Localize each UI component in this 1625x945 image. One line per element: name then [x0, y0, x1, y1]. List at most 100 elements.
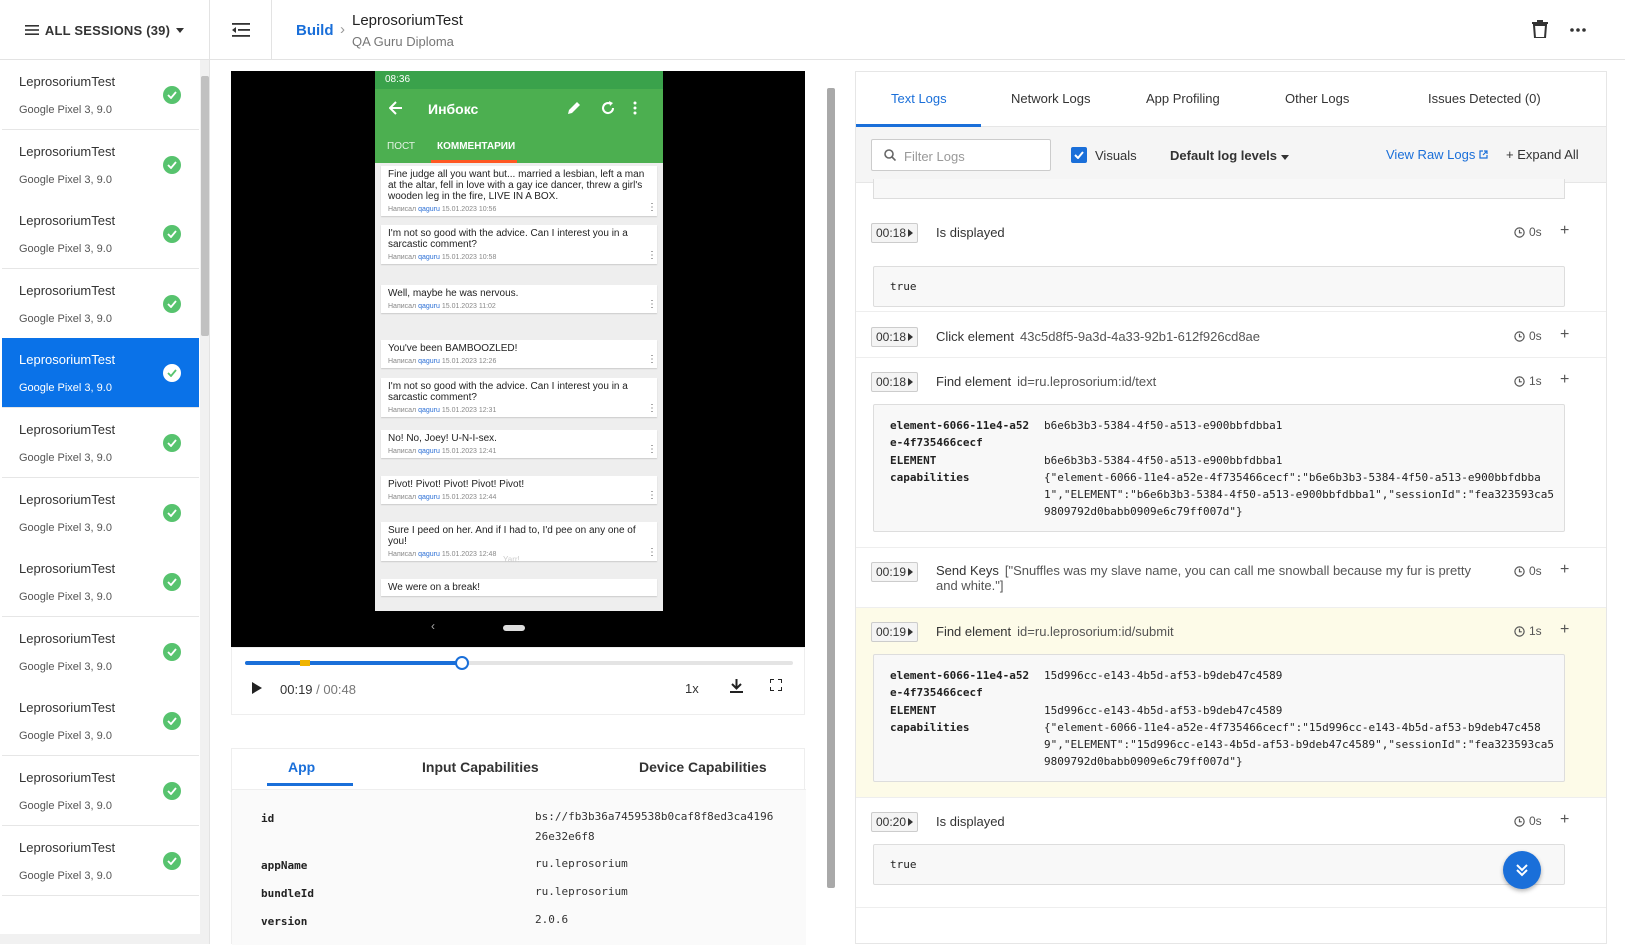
visuals-checkbox[interactable] [1071, 147, 1087, 163]
log-entry[interactable]: 00:18 Is displayed 0s + true [856, 209, 1606, 312]
filter-logs-input[interactable]: Filter Logs [871, 139, 1051, 171]
expand-entry-button[interactable]: + [1560, 561, 1569, 579]
log-entry[interactable]: 00:18 Find element id=ru.leprosorium:id/t… [856, 358, 1606, 548]
project-name: QA Guru Diploma [352, 34, 454, 49]
log-output: true [873, 266, 1565, 307]
session-name: LeprosoriumTest [19, 839, 116, 855]
session-item[interactable]: LeprosoriumTest Google Pixel 3, 9.0 [2, 268, 199, 339]
session-item[interactable]: LeprosoriumTest Google Pixel 3, 9.0 [2, 199, 199, 270]
tab-input-capabilities[interactable]: Input Capabilities [422, 759, 539, 775]
tab-network-logs[interactable]: Network Logs [1011, 91, 1090, 106]
more-options-button[interactable] [1570, 20, 1586, 41]
delete-button[interactable] [1532, 20, 1548, 41]
session-name: LeprosoriumTest [19, 213, 116, 229]
log-action-name: Is displayed [936, 225, 1005, 240]
log-entry[interactable]: 00:18 Click element 43c5d8f5-9a3d-4a33-92… [856, 313, 1606, 358]
all-sessions-dropdown[interactable]: ALL SESSIONS (39) [0, 0, 210, 60]
log-entry[interactable]: 00:19 Send Keys ["Snuffles was my slave n… [856, 548, 1606, 608]
menu-icon [24, 25, 39, 35]
log-timestamp-button[interactable]: 00:19 [871, 562, 918, 582]
app-title: Инбокс [428, 101, 479, 117]
log-output: element-6066-11e4-a52e-4f735466cecf 15d9… [873, 654, 1565, 782]
log-timestamp-button[interactable]: 00:20 [871, 812, 918, 832]
collapse-menu-icon [231, 23, 250, 37]
video-controls: 00:19 / 00:48 1x [231, 647, 805, 715]
comment-meta: Написал qaguru 15.01.2023 12:31 [388, 407, 650, 414]
session-item[interactable]: LeprosoriumTest Google Pixel 3, 9.0 [2, 60, 199, 130]
tab-issues-detected[interactable]: Issues Detected (0) [1428, 91, 1541, 106]
log-detail: id=ru.leprosorium:id/text [1017, 374, 1157, 389]
video-player[interactable]: 08:36 Инбокс ПОСТ КОММЕНТАРИИ Fine judge… [231, 71, 805, 647]
log-action: Find element id=ru.leprosorium:id/text [936, 374, 1156, 389]
video-seek-bar[interactable] [245, 656, 793, 670]
tab-indicator [267, 783, 353, 786]
log-duration-value: 0s [1529, 329, 1542, 343]
log-value: 15d996cc-e143-4b5d-af53-b9deb47c4589 [1044, 704, 1283, 717]
tab-other-logs[interactable]: Other Logs [1285, 91, 1349, 106]
session-item[interactable]: LeprosoriumTest Google Pixel 3, 9.0 [2, 616, 199, 687]
expand-entry-button[interactable]: + [1560, 222, 1569, 240]
all-sessions-label: ALL SESSIONS (39) [44, 22, 171, 38]
expand-entry-button[interactable]: + [1560, 811, 1569, 829]
expand-entry-button[interactable]: + [1560, 326, 1569, 344]
log-timestamp-button[interactable]: 00:19 [871, 622, 918, 642]
session-device: Google Pixel 3, 9.0 [19, 660, 112, 673]
log-action: Find element id=ru.leprosorium:id/submit [936, 624, 1174, 639]
log-timestamp-button[interactable]: 00:18 [871, 372, 918, 392]
session-name: LeprosoriumTest [19, 770, 116, 785]
expand-entry-button[interactable]: + [1560, 621, 1569, 639]
fullscreen-button[interactable] [769, 678, 783, 694]
sidebar-horizontal-scrollbar[interactable] [0, 934, 200, 944]
log-action-name: Is displayed [936, 814, 1005, 829]
session-item[interactable]: LeprosoriumTest Google Pixel 3, 9.0 [2, 338, 199, 409]
log-timestamp-button[interactable]: 00:18 [871, 327, 918, 347]
log-result: true [890, 858, 917, 871]
tab-app-profiling[interactable]: App Profiling [1146, 91, 1220, 106]
view-raw-logs-link[interactable]: View Raw Logs [1386, 147, 1488, 162]
passed-status-icon [163, 434, 181, 452]
session-name: LeprosoriumTest [19, 491, 116, 507]
log-output: true [873, 844, 1565, 885]
tab-text-logs[interactable]: Text Logs [891, 91, 947, 106]
page-scrollbar[interactable] [1607, 71, 1625, 944]
log-timestamp-button[interactable]: 00:18 [871, 223, 918, 243]
comment-date: 15.01.2023 10:56 [441, 206, 497, 213]
play-button[interactable] [252, 682, 262, 697]
session-item[interactable]: LeprosoriumTest Google Pixel 3, 9.0 [2, 477, 199, 548]
expand-all-button[interactable]: + Expand All [1506, 147, 1579, 162]
session-name: LeprosoriumTest [19, 282, 116, 298]
log-levels-dropdown[interactable]: Default log levels [1170, 148, 1289, 163]
log-duration: 1s [1514, 624, 1542, 638]
session-item[interactable]: LeprosoriumTest Google Pixel 3, 9.0 [2, 756, 199, 826]
seek-handle[interactable] [455, 656, 469, 670]
trash-icon [1532, 20, 1548, 39]
logs-toolbar: Filter Logs Visuals Default log levels V… [856, 127, 1606, 183]
scroll-to-bottom-button[interactable] [1503, 851, 1541, 889]
tab-device-capabilities[interactable]: Device Capabilities [639, 759, 767, 775]
log-detail: ["Snuffles was my slave name, you can ca… [936, 563, 1471, 593]
session-item[interactable]: LeprosoriumTest Google Pixel 3, 9.0 [2, 825, 199, 896]
session-item[interactable]: LeprosoriumTest Google Pixel 3, 9.0 [2, 686, 199, 757]
collapse-sidebar-button[interactable] [210, 0, 272, 60]
breadcrumb-build-link[interactable]: Build [296, 22, 334, 39]
video-marker [300, 660, 310, 666]
comment-author: qaguru [418, 254, 440, 261]
comment-author: qaguru [418, 358, 440, 365]
comment-menu-icon: ⋮ [647, 202, 657, 213]
session-item[interactable]: LeprosoriumTest Google Pixel 3, 9.0 [2, 408, 199, 478]
sidebar-scrollbar-thumb[interactable] [201, 76, 209, 336]
log-duration-value: 0s [1529, 564, 1542, 578]
playback-speed-button[interactable]: 1x [685, 681, 699, 696]
expand-entry-button[interactable]: + [1560, 371, 1569, 389]
passed-status-icon [163, 155, 181, 174]
session-item[interactable]: LeprosoriumTest Google Pixel 3, 9.0 [2, 129, 199, 200]
app-tabs: ПОСТ КОММЕНТАРИИ [375, 129, 663, 163]
log-entry[interactable]: 00:20 Is displayed 0s + true [856, 798, 1606, 908]
main-scrollbar-thumb[interactable] [827, 88, 835, 888]
log-entry[interactable]: 00:19 Find element id=ru.leprosorium:id/s… [856, 608, 1606, 798]
comment-author: qaguru [418, 303, 440, 310]
tab-app[interactable]: App [288, 759, 315, 775]
log-result: true [890, 280, 917, 293]
download-video-button[interactable] [730, 679, 743, 696]
session-item[interactable]: LeprosoriumTest Google Pixel 3, 9.0 [2, 547, 199, 618]
